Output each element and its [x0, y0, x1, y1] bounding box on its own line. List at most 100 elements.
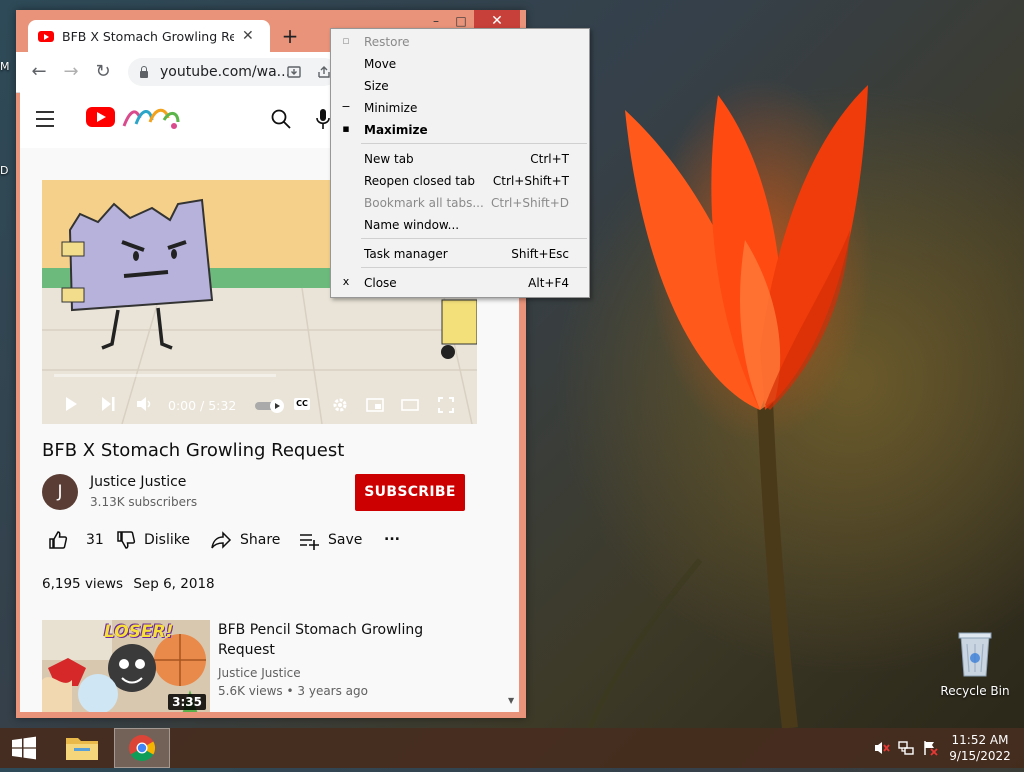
restore-glyph-icon: ▫	[342, 34, 350, 47]
file-explorer-folder-icon	[66, 738, 98, 760]
fullscreen-icon[interactable]	[438, 397, 454, 413]
menu-separator	[361, 143, 587, 144]
autoplay-toggle-icon[interactable]	[254, 398, 286, 414]
menu-separator	[361, 238, 587, 239]
share-button[interactable]: Share	[210, 530, 280, 550]
menu-separator	[361, 267, 587, 268]
taskbar-clock[interactable]: 11:52 AM 9/15/2022	[946, 732, 1014, 764]
menu-item-minimize[interactable]: − Minimize	[331, 97, 589, 119]
theater-mode-icon[interactable]	[401, 397, 419, 413]
menu-item-move[interactable]: Move	[331, 53, 589, 75]
thumbs-up-icon	[49, 531, 68, 549]
menu-item-label: Move	[364, 57, 397, 71]
like-button[interactable]: 31	[48, 530, 104, 550]
menu-item-label: Size	[364, 79, 389, 93]
menu-item-shortcut: Ctrl+T	[530, 152, 569, 166]
menu-item-label: Restore	[364, 35, 410, 49]
tab-video[interactable]: BFB X Stomach Growling Request ✕	[28, 20, 270, 52]
menu-item-size[interactable]: Size	[331, 75, 589, 97]
forward-button[interactable]: →	[60, 61, 82, 82]
tab-close-icon[interactable]: ✕	[242, 28, 254, 44]
menu-item-label: Close	[364, 276, 397, 290]
menu-item-label: Bookmark all tabs...	[364, 196, 484, 210]
volume-icon[interactable]	[136, 396, 152, 412]
start-windows-icon[interactable]	[0, 728, 48, 768]
youtube-doodle-icon	[122, 108, 180, 129]
install-app-icon[interactable]	[286, 64, 302, 80]
share-label: Share	[240, 532, 281, 548]
recommended-channel[interactable]: Justice Justice	[218, 666, 301, 680]
video-title: BFB X Stomach Growling Request	[42, 440, 345, 461]
chrome-icon	[129, 735, 156, 762]
desktop-clipped-label-bottom: D	[0, 164, 9, 177]
menu-item-close[interactable]: x Close Alt+F4	[331, 272, 589, 294]
menu-item-name-window[interactable]: Name window...	[331, 214, 589, 236]
menu-item-task-manager[interactable]: Task manager Shift+Esc	[331, 243, 589, 265]
menu-item-label: New tab	[364, 152, 414, 166]
menu-item-label: Task manager	[364, 247, 448, 261]
dislike-label: Dislike	[144, 532, 190, 548]
recommended-thumbnail[interactable]: LOSER! 3:35	[42, 620, 210, 712]
menu-item-reopen-closed-tab[interactable]: Reopen closed tab Ctrl+Shift+T	[331, 170, 589, 192]
reload-button[interactable]: ↻	[92, 61, 114, 82]
recommended-video[interactable]: LOSER! 3:35 BFB Pencil Stomach Growling …	[42, 620, 502, 712]
menu-item-bookmark-all-tabs[interactable]: Bookmark all tabs... Ctrl+Shift+D	[331, 192, 589, 214]
microphone-icon[interactable]	[316, 108, 330, 130]
more-actions-button[interactable]: ...	[384, 528, 400, 544]
recycle-bin-icon	[958, 632, 992, 677]
address-bar[interactable]: youtube.com/wa...	[128, 58, 338, 86]
subscriber-count: 3.13K subscribers	[90, 495, 198, 509]
like-count: 31	[86, 532, 104, 548]
menu-item-maximize[interactable]: ▪ Maximize	[331, 119, 589, 141]
menu-item-label: Name window...	[364, 218, 460, 232]
captions-button[interactable]: CC	[294, 398, 310, 410]
recommended-views: 5.6K views	[218, 684, 283, 698]
subscribe-button[interactable]: SUBSCRIBE	[355, 474, 465, 511]
thumbs-down-icon	[117, 531, 136, 549]
dislike-button[interactable]: Dislike	[116, 530, 190, 550]
meta-dot-separator: •	[286, 684, 298, 698]
menu-item-new-tab[interactable]: New tab Ctrl+T	[331, 148, 589, 170]
view-count: 6,195 views	[42, 576, 124, 592]
minimize-glyph-icon: −	[341, 100, 351, 113]
upload-date: Sep 6, 2018	[133, 576, 215, 592]
next-video-icon[interactable]	[100, 396, 116, 412]
new-tab-button[interactable]: +	[278, 24, 302, 48]
desktop-clipped-label-top: M	[0, 60, 10, 73]
scroll-down-arrow-icon[interactable]: ▼	[508, 696, 514, 705]
menu-item-label: Maximize	[364, 123, 428, 137]
recommended-age: 3 years ago	[297, 684, 368, 698]
recycle-bin-shortcut[interactable]: Recycle Bin	[938, 630, 1012, 698]
player-controls: 0:00 / 5:32 CC	[42, 386, 477, 424]
network-icon[interactable]	[898, 740, 914, 756]
settings-gear-icon[interactable]	[332, 397, 348, 413]
taskbar-chrome[interactable]	[114, 728, 170, 768]
video-duration-badge: 3:35	[168, 694, 206, 710]
share-arrow-icon	[211, 531, 232, 549]
taskbar-file-explorer[interactable]	[54, 728, 110, 768]
search-icon[interactable]	[270, 108, 292, 130]
recommended-meta: 5.6K views • 3 years ago	[218, 684, 368, 698]
youtube-favicon-icon	[38, 30, 54, 42]
address-url: youtube.com/wa...	[160, 64, 291, 80]
taskbar: 11:52 AM 9/15/2022	[0, 728, 1024, 768]
channel-name[interactable]: Justice Justice	[90, 474, 186, 490]
clock-date: 9/15/2022	[949, 749, 1011, 763]
add-to-playlist-icon	[300, 534, 319, 550]
channel-avatar[interactable]: J	[42, 474, 78, 510]
miniplayer-icon[interactable]	[366, 397, 384, 413]
recommended-title[interactable]: BFB Pencil Stomach Growling Request	[218, 620, 438, 660]
video-progress-bar[interactable]	[54, 374, 276, 377]
youtube-logo-icon[interactable]	[86, 107, 115, 127]
menu-item-restore[interactable]: ▫ Restore	[331, 31, 589, 53]
menu-item-label: Minimize	[364, 101, 418, 115]
menu-hamburger-icon[interactable]	[36, 111, 54, 132]
window-context-menu: ▫ Restore Move Size − Minimize ▪ Maximize New ta…	[330, 28, 590, 298]
save-button[interactable]: Save	[298, 530, 362, 550]
play-icon[interactable]	[64, 396, 78, 412]
action-center-flag-icon[interactable]	[922, 740, 938, 756]
recycle-bin-label: Recycle Bin	[940, 684, 1010, 698]
save-label: Save	[328, 532, 363, 548]
back-button[interactable]: ←	[28, 61, 50, 82]
volume-muted-icon[interactable]	[874, 740, 890, 756]
